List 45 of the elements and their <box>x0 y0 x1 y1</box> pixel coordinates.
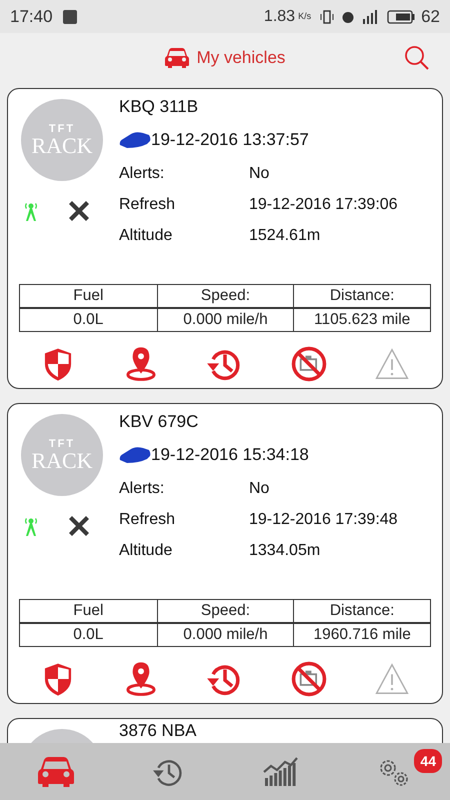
field-value: 19-12-2016 17:39:06 <box>249 194 398 214</box>
last-seen-time: 19-12-2016 15:34:18 <box>151 444 309 466</box>
vehicle-plate: 3876 NBA <box>119 720 196 742</box>
table-cell: 1960.716 mile <box>293 624 430 646</box>
search-icon[interactable] <box>404 44 430 70</box>
nav-tab[interactable]: 44 <box>338 743 450 800</box>
table-cell: 1105.623 mile <box>293 309 430 331</box>
field-label: Altitude <box>119 226 174 246</box>
network-speed: 1.83 <box>264 6 296 26</box>
no-engine-icon[interactable] <box>290 345 328 383</box>
table-header-cell: Speed: <box>156 600 294 622</box>
page-title: My vehicles <box>196 46 286 69</box>
table-header-cell-text: Fuel <box>72 286 104 306</box>
table-header-cell: Speed: <box>156 285 294 307</box>
field-value: No <box>249 478 270 498</box>
field-value: No <box>249 164 270 184</box>
table-cell: 0.000 mile/h <box>156 624 294 646</box>
no-engine-icon[interactable] <box>290 660 328 698</box>
speed-unit: K/s <box>298 10 312 23</box>
field-value: 1334.05m <box>249 540 320 560</box>
field-value: 19-12-2016 17:39:48 <box>249 510 398 530</box>
battery-level: 62 <box>421 6 440 28</box>
vehicle-plate: KBQ 311B <box>119 96 198 118</box>
table-cell-text: 0.0L <box>72 310 104 330</box>
vehicle-card[interactable]: 3876 NBA <box>7 718 443 743</box>
field-value: 1524.61m <box>249 226 320 246</box>
table-header-cell: Distance: <box>293 600 430 622</box>
vehicle-plate: KBV 679C <box>119 411 198 434</box>
field-label: Alerts: <box>119 164 166 184</box>
table-header-cell-text: Fuel <box>72 601 104 622</box>
close-icon[interactable] <box>68 515 90 537</box>
field-label: Refresh <box>119 510 176 530</box>
status-time: 17:40 <box>10 6 53 28</box>
vibrate-icon <box>319 10 336 24</box>
last-seen-time: 19-12-2016 13:37:57 <box>151 129 309 152</box>
field-label: Alerts: <box>119 478 166 498</box>
close-icon[interactable] <box>68 200 90 222</box>
signal-icon <box>361 10 380 24</box>
battery-icon <box>387 10 416 24</box>
field-label: Altitude <box>119 540 174 560</box>
notification-badge: 44 <box>414 749 442 773</box>
table-cell: 0.000 mile/h <box>156 309 294 331</box>
table-cell-text: 0.0L <box>72 625 104 646</box>
table-header-cell: Distance: <box>293 285 430 307</box>
field-label: Refresh <box>119 194 176 214</box>
